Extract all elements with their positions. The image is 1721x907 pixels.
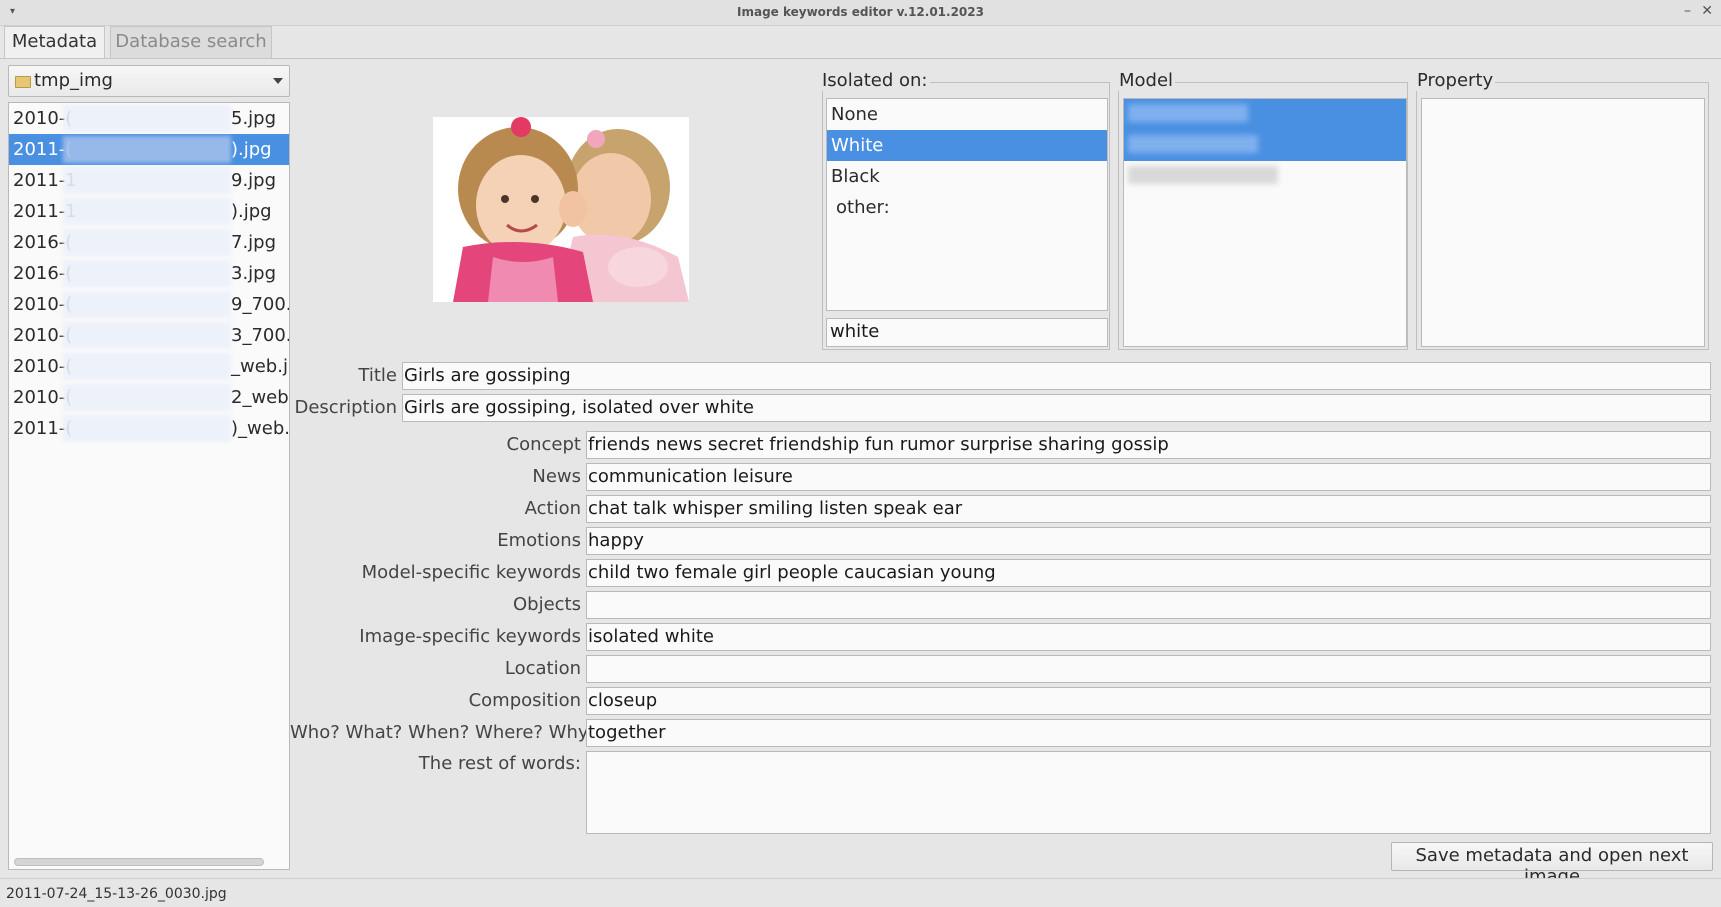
- file-list-item[interactable]: 2011-().jpg: [9, 134, 289, 165]
- property-label: Property: [1415, 70, 1496, 91]
- isolated-option-other[interactable]: other:: [827, 192, 1107, 223]
- model-label: Model: [1117, 70, 1176, 91]
- redacted-area: [63, 291, 231, 318]
- file-list-item[interactable]: 2011-1 9.jpg: [9, 165, 289, 196]
- objects-label: Objects: [512, 594, 581, 615]
- chevron-down-icon: [273, 78, 283, 84]
- file-name-suffix: 2_web.jp: [231, 387, 289, 408]
- description-input[interactable]: Girls are gossiping, isolated over white: [402, 394, 1711, 422]
- news-label: News: [532, 466, 581, 487]
- file-name-suffix: 5.jpg: [231, 108, 277, 129]
- composition-label: Composition: [468, 690, 581, 711]
- model-option[interactable]: [1124, 99, 1406, 130]
- emotions-label: Emotions: [497, 530, 581, 551]
- close-icon[interactable]: ✕: [1701, 3, 1713, 19]
- tab-divider: [0, 58, 1721, 59]
- file-list-item[interactable]: 2010-(2_web.jp: [9, 382, 289, 413]
- redacted-area: [63, 198, 231, 225]
- file-name-suffix: 3_700.jp: [231, 325, 289, 346]
- file-list-item[interactable]: 2010-(_web.jp: [9, 351, 289, 382]
- title-input[interactable]: Girls are gossiping: [402, 362, 1711, 390]
- folder-select[interactable]: tmp_img: [8, 65, 290, 97]
- action-label: Action: [524, 498, 581, 519]
- model-option[interactable]: [1124, 161, 1406, 192]
- redacted-area: [63, 229, 231, 256]
- file-list-item[interactable]: 2016-(7.jpg: [9, 227, 289, 258]
- redacted-area: [63, 353, 231, 380]
- file-name-suffix: )_web.jp: [231, 418, 289, 439]
- concept-input[interactable]: friends news secret friendship fun rumor…: [586, 431, 1711, 459]
- file-name-suffix: ).jpg: [231, 139, 272, 160]
- tab-database-search[interactable]: Database search: [110, 26, 272, 58]
- status-bar: 2011-07-24_15-13-26_0030.jpg: [0, 878, 1721, 907]
- file-list-item[interactable]: 2011-1).jpg: [9, 196, 289, 227]
- concept-label: Concept: [506, 434, 581, 455]
- model-option[interactable]: [1124, 130, 1406, 161]
- file-list-scrollbar[interactable]: [14, 858, 264, 866]
- action-input[interactable]: chat talk whisper smiling listen speak e…: [586, 495, 1711, 523]
- photo-thumbnail: [433, 117, 689, 302]
- image-specific-keywords-input[interactable]: isolated white: [586, 623, 1711, 651]
- redacted-area: [63, 322, 231, 349]
- tab-metadata[interactable]: Metadata: [4, 26, 105, 58]
- isolated-on-list[interactable]: None White Black other:: [826, 98, 1108, 311]
- objects-input[interactable]: [586, 591, 1711, 619]
- file-name-suffix: ).jpg: [231, 201, 272, 222]
- redacted-area: [63, 136, 231, 163]
- rest-of-words-textarea[interactable]: [586, 751, 1711, 834]
- isolated-option-black[interactable]: Black: [827, 161, 1107, 192]
- file-list-item[interactable]: 2011-()_web.jp: [9, 413, 289, 444]
- redacted-area: [63, 384, 231, 411]
- model-specific-keywords-input[interactable]: child two female girl people caucasian y…: [586, 559, 1711, 587]
- save-and-next-button[interactable]: Save metadata and open next image: [1391, 842, 1713, 887]
- model-list[interactable]: [1123, 98, 1407, 347]
- file-list-item[interactable]: 2010-(5.jpg: [9, 103, 289, 134]
- location-input[interactable]: [586, 655, 1711, 683]
- file-list-item[interactable]: 2010-(9_700.jp: [9, 289, 289, 320]
- file-name-suffix: 9_700.jp: [231, 294, 289, 315]
- composition-input[interactable]: closeup: [586, 687, 1711, 715]
- title-label: Title: [358, 365, 397, 386]
- redacted-area: [63, 167, 231, 194]
- redacted-area: [63, 260, 231, 287]
- rest-of-words-label: The rest of words:: [418, 753, 581, 774]
- who-what-when-where-why-input[interactable]: together: [586, 719, 1711, 747]
- isolated-option-white[interactable]: White: [827, 130, 1107, 161]
- isolated-option-none[interactable]: None: [827, 99, 1107, 130]
- emotions-input[interactable]: happy: [586, 527, 1711, 555]
- redacted-area: [63, 415, 231, 442]
- property-list[interactable]: [1421, 98, 1705, 347]
- minimize-icon[interactable]: –: [1684, 3, 1691, 19]
- model-specific-keywords-label: Model-specific keywords: [361, 562, 581, 583]
- folder-name: tmp_img: [34, 70, 113, 91]
- window-title: Image keywords editor v.12.01.2023: [737, 5, 984, 19]
- folder-icon: [15, 76, 31, 88]
- file-name-suffix: 7.jpg: [231, 232, 277, 253]
- status-filename: 2011-07-24_15-13-26_0030.jpg: [6, 886, 227, 902]
- file-name-suffix: 9.jpg: [231, 170, 277, 191]
- image-specific-keywords-label: Image-specific keywords: [359, 626, 581, 647]
- isolated-on-label: Isolated on:: [820, 70, 930, 91]
- location-label: Location: [504, 658, 581, 679]
- file-name-suffix: 3.jpg: [231, 263, 277, 284]
- file-list-item[interactable]: 2010-(3_700.jp: [9, 320, 289, 351]
- file-list[interactable]: 2010-(5.jpg 2011-().jpg 2011-1 9.jpg 2011-1)…: [8, 102, 290, 870]
- file-name-suffix: _web.jp: [231, 356, 289, 377]
- isolated-on-input[interactable]: white: [826, 318, 1108, 347]
- redacted-area: [63, 105, 231, 132]
- news-input[interactable]: communication leisure: [586, 463, 1711, 491]
- who-what-when-where-why-label: Who? What? When? Where? Why?: [290, 722, 599, 743]
- description-label: Description: [294, 397, 397, 418]
- image-preview: [433, 117, 689, 302]
- title-bar: ▾ Image keywords editor v.12.01.2023 – ✕: [0, 0, 1721, 26]
- file-list-item[interactable]: 2016-(3.jpg: [9, 258, 289, 289]
